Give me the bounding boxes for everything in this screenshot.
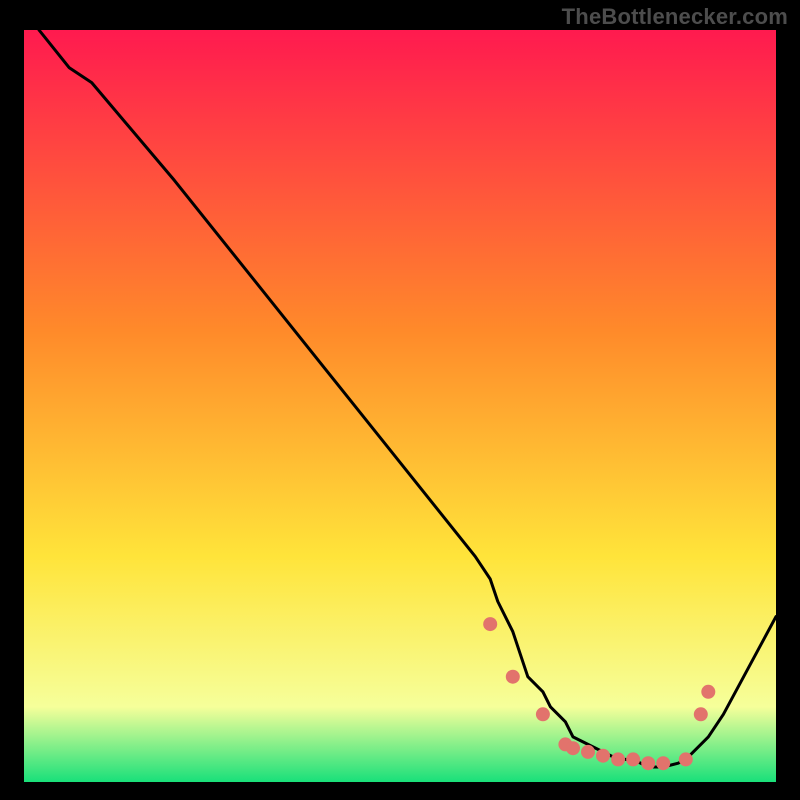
highlight-dot [581,745,595,759]
highlight-dot [626,752,640,766]
gradient-background [24,30,776,782]
highlight-dot [566,741,580,755]
bottleneck-chart [24,30,776,782]
chart-frame: TheBottlenecker.com [0,0,800,800]
highlight-dot [506,670,520,684]
highlight-dot [641,756,655,770]
highlight-dot [656,756,670,770]
highlight-dot [611,752,625,766]
highlight-dot [483,617,497,631]
highlight-dot [701,685,715,699]
highlight-dot [596,749,610,763]
highlight-dot [536,707,550,721]
highlight-dot [694,707,708,721]
attribution-text: TheBottlenecker.com [562,4,788,30]
highlight-dot [679,752,693,766]
plot-area [24,30,776,782]
